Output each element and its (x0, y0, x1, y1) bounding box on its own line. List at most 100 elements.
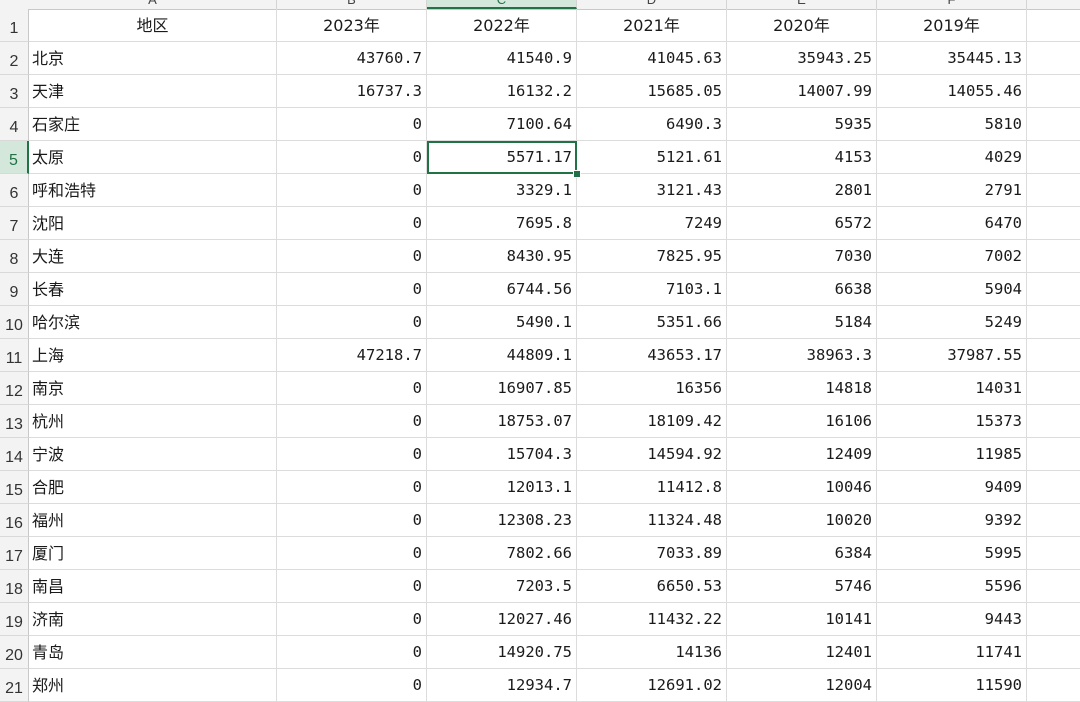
value-cell[interactable]: 0 (277, 504, 427, 537)
value-cell[interactable]: 5810 (877, 108, 1027, 141)
value-cell[interactable]: 5995 (877, 537, 1027, 570)
region-cell[interactable]: 太原 (29, 141, 277, 174)
value-cell[interactable]: 0 (277, 438, 427, 471)
value-cell[interactable]: 11324.48 (577, 504, 727, 537)
value-cell[interactable]: 6490.3 (577, 108, 727, 141)
region-cell[interactable]: 青岛 (29, 636, 277, 669)
value-cell[interactable]: 14007.99 (727, 75, 877, 108)
value-cell[interactable]: 16132.2 (427, 75, 577, 108)
empty-cell[interactable] (1027, 174, 1080, 207)
value-cell[interactable]: 14818 (727, 372, 877, 405)
value-cell[interactable]: 7030 (727, 240, 877, 273)
value-cell[interactable]: 11985 (877, 438, 1027, 471)
row-number[interactable]: 19 (0, 603, 29, 636)
value-cell[interactable]: 0 (277, 537, 427, 570)
empty-cell[interactable] (1027, 339, 1080, 372)
column-title-cell[interactable]: 2020年 (727, 9, 877, 42)
value-cell[interactable]: 41540.9 (427, 42, 577, 75)
empty-cell[interactable] (1027, 438, 1080, 471)
value-cell[interactable]: 12308.23 (427, 504, 577, 537)
value-cell[interactable]: 43653.17 (577, 339, 727, 372)
value-cell[interactable]: 7802.66 (427, 537, 577, 570)
value-cell[interactable]: 0 (277, 570, 427, 603)
row-number[interactable]: 5 (0, 141, 29, 174)
value-cell[interactable]: 11412.8 (577, 471, 727, 504)
row-number[interactable]: 2 (0, 42, 29, 75)
row-number[interactable]: 12 (0, 372, 29, 405)
empty-cell[interactable] (1027, 636, 1080, 669)
value-cell[interactable]: 6650.53 (577, 570, 727, 603)
value-cell[interactable]: 5490.1 (427, 306, 577, 339)
value-cell[interactable]: 5904 (877, 273, 1027, 306)
row-number[interactable]: 17 (0, 537, 29, 570)
value-cell[interactable]: 0 (277, 372, 427, 405)
column-header-d[interactable]: D (577, 0, 727, 9)
region-cell[interactable]: 呼和浩特 (29, 174, 277, 207)
value-cell[interactable]: 0 (277, 603, 427, 636)
region-cell[interactable]: 南昌 (29, 570, 277, 603)
value-cell[interactable]: 0 (277, 108, 427, 141)
value-cell[interactable]: 38963.3 (727, 339, 877, 372)
row-number[interactable]: 9 (0, 273, 29, 306)
value-cell[interactable]: 6744.56 (427, 273, 577, 306)
value-cell[interactable]: 35943.25 (727, 42, 877, 75)
value-cell[interactable]: 18753.07 (427, 405, 577, 438)
column-header-b[interactable]: B (277, 0, 427, 9)
value-cell[interactable]: 2791 (877, 174, 1027, 207)
value-cell[interactable]: 47218.7 (277, 339, 427, 372)
value-cell[interactable]: 12401 (727, 636, 877, 669)
value-cell[interactable]: 5571.17 (427, 141, 577, 174)
region-cell[interactable]: 厦门 (29, 537, 277, 570)
value-cell[interactable]: 16106 (727, 405, 877, 438)
row-number[interactable]: 6 (0, 174, 29, 207)
column-title-cell[interactable]: 2023年 (277, 9, 427, 42)
value-cell[interactable]: 5184 (727, 306, 877, 339)
region-cell[interactable]: 宁波 (29, 438, 277, 471)
value-cell[interactable]: 11741 (877, 636, 1027, 669)
region-cell[interactable]: 福州 (29, 504, 277, 537)
column-header-g[interactable] (1027, 0, 1080, 9)
value-cell[interactable]: 14594.92 (577, 438, 727, 471)
region-cell[interactable]: 长春 (29, 273, 277, 306)
row-number[interactable]: 21 (0, 669, 29, 702)
row-number[interactable]: 13 (0, 405, 29, 438)
column-header-c[interactable]: C (427, 0, 577, 9)
empty-cell[interactable] (1027, 471, 1080, 504)
column-title-cell[interactable]: 2021年 (577, 9, 727, 42)
value-cell[interactable]: 6470 (877, 207, 1027, 240)
empty-cell[interactable] (1027, 207, 1080, 240)
value-cell[interactable]: 5596 (877, 570, 1027, 603)
region-cell[interactable]: 沈阳 (29, 207, 277, 240)
value-cell[interactable]: 12934.7 (427, 669, 577, 702)
value-cell[interactable]: 14055.46 (877, 75, 1027, 108)
value-cell[interactable]: 2801 (727, 174, 877, 207)
column-header-f[interactable]: F (877, 0, 1027, 9)
value-cell[interactable]: 12013.1 (427, 471, 577, 504)
value-cell[interactable]: 3329.1 (427, 174, 577, 207)
value-cell[interactable]: 0 (277, 240, 427, 273)
empty-cell[interactable] (1027, 537, 1080, 570)
row-number[interactable]: 15 (0, 471, 29, 504)
fill-handle[interactable] (573, 170, 581, 178)
region-cell[interactable]: 郑州 (29, 669, 277, 702)
row-number[interactable]: 11 (0, 339, 29, 372)
value-cell[interactable]: 5935 (727, 108, 877, 141)
empty-cell[interactable] (1027, 570, 1080, 603)
empty-cell[interactable] (1027, 141, 1080, 174)
value-cell[interactable]: 14136 (577, 636, 727, 669)
value-cell[interactable]: 3121.43 (577, 174, 727, 207)
value-cell[interactable]: 7825.95 (577, 240, 727, 273)
region-cell[interactable]: 济南 (29, 603, 277, 636)
empty-cell[interactable] (1027, 42, 1080, 75)
value-cell[interactable]: 8430.95 (427, 240, 577, 273)
column-header-e[interactable]: E (727, 0, 877, 9)
value-cell[interactable]: 0 (277, 174, 427, 207)
empty-cell[interactable] (1027, 273, 1080, 306)
value-cell[interactable]: 5121.61 (577, 141, 727, 174)
row-number[interactable]: 10 (0, 306, 29, 339)
value-cell[interactable]: 7103.1 (577, 273, 727, 306)
value-cell[interactable]: 16737.3 (277, 75, 427, 108)
region-cell[interactable]: 哈尔滨 (29, 306, 277, 339)
value-cell[interactable]: 9392 (877, 504, 1027, 537)
column-title-cell[interactable]: 地区 (29, 9, 277, 42)
